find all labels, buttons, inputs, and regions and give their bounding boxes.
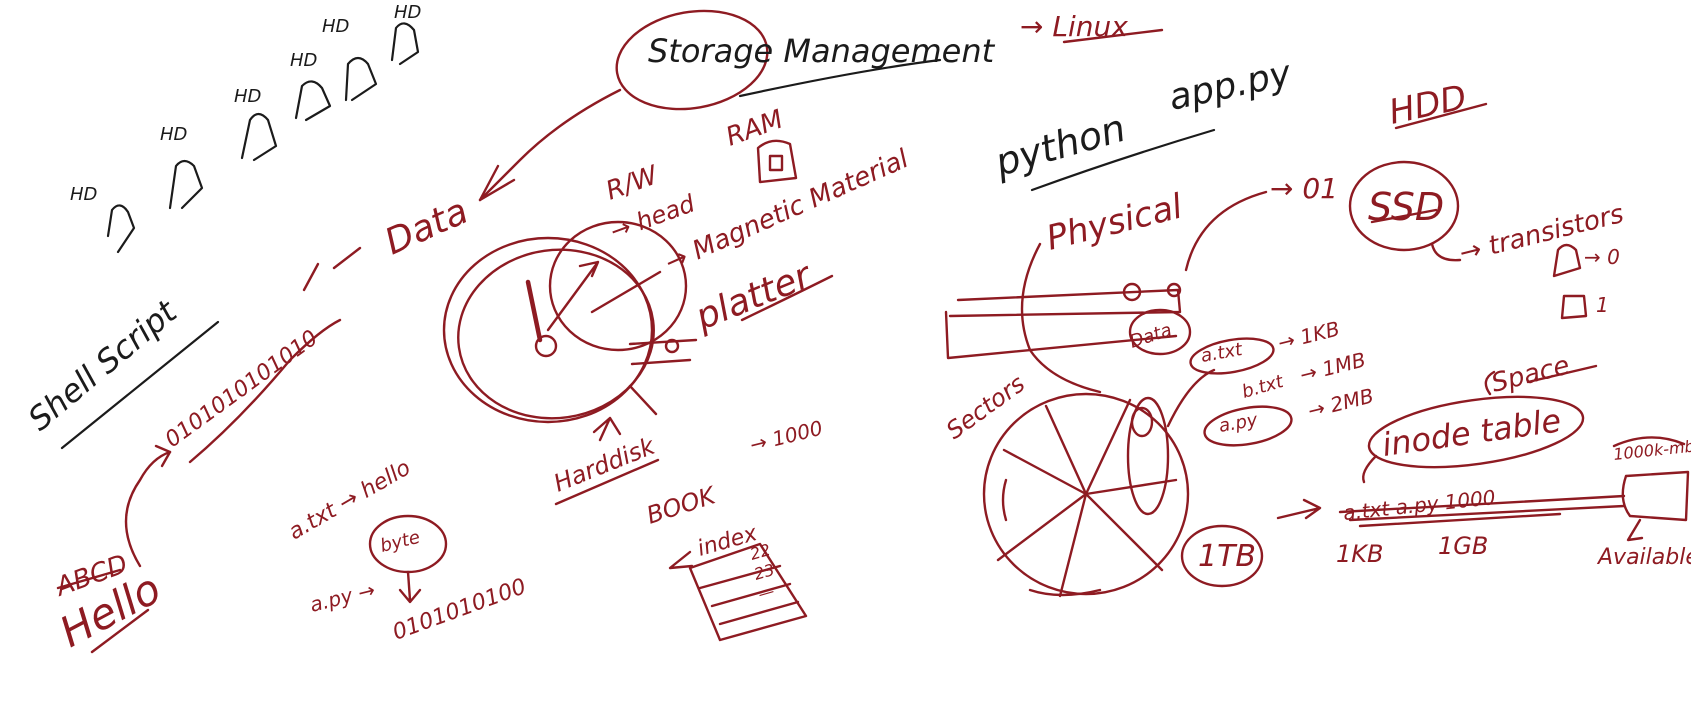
hello-arrow [124, 450, 172, 568]
ram-label: RAM [722, 104, 787, 152]
title-to-data-arrow [478, 88, 622, 202]
data-arrow [332, 246, 362, 270]
a-py-label: a.py → [307, 578, 377, 617]
tb-arrow [1276, 498, 1322, 520]
hd-label: HD [322, 16, 349, 37]
one-gb-label: 1GB [1438, 532, 1488, 560]
binary-short: 0101010100 [390, 574, 530, 645]
book-number: → 1000 [747, 416, 825, 457]
file-size: → 2MB [1305, 383, 1376, 422]
hd-icons: HD HD HD HD HD HD [70, 2, 421, 254]
hd-label: HD [394, 2, 421, 23]
block-label: 1000k-mb [1612, 437, 1691, 464]
one-kb-label: 1KB [1336, 540, 1383, 568]
app-label: app.py [1165, 53, 1295, 119]
file-name: a.txt [1199, 339, 1244, 367]
available-block [1621, 470, 1690, 522]
whiteboard-drawing: HD HD HD HD HD HD Shell Script Data 0101… [21, 2, 1691, 657]
data-circle-label: Data [1127, 320, 1174, 353]
o1-label: → 01 [1270, 172, 1338, 205]
magnetic-label: → Magnetic Material [661, 144, 914, 279]
one-tb-label: 1TB [1198, 539, 1256, 574]
available-label: Available [1596, 545, 1691, 570]
index-row: — [756, 581, 777, 604]
inode-table-label: inode table [1380, 401, 1564, 464]
ram-chip-icon [756, 139, 798, 184]
available-arrow [1626, 518, 1644, 542]
index-arrow [668, 550, 694, 570]
byte-down-arrow [398, 570, 422, 604]
platter-label: platter [689, 255, 819, 339]
title-label: Storage Management [648, 32, 996, 70]
hd-label: HD [70, 184, 97, 205]
book-label: BOOK [643, 481, 720, 530]
file-size: → 1MB [1297, 347, 1368, 386]
hd-label: HD [290, 50, 317, 71]
bit-zero-label: → 0 [1584, 245, 1620, 269]
sectors-label: Sectors [941, 369, 1030, 444]
transistor-one-icon [1560, 294, 1588, 320]
python-label: python [989, 106, 1130, 185]
file-name: b.txt [1240, 371, 1287, 403]
whiteboard: HD HD HD HD HD HD Shell Script Data 0101… [0, 0, 1691, 717]
physical-label: Physical [1043, 186, 1187, 258]
rw-label: R/W [602, 160, 663, 207]
physical-arrow [1184, 190, 1268, 272]
hd-label: HD [160, 124, 187, 145]
harddisk-label: Harddisk [550, 431, 660, 497]
hdd-label: HDD [1386, 77, 1471, 132]
platter-disk [442, 220, 698, 424]
sector-disk [982, 392, 1190, 598]
file-sizes: a.txt → 1KB b.txt → 1MB a.py → 2MB [1189, 316, 1376, 447]
byte-label: byte [378, 527, 422, 557]
transistor-zero-icon [1552, 243, 1582, 278]
hd-label: HD [234, 86, 261, 107]
ssd-label: SSD [1368, 185, 1444, 229]
file-size: → 1KB [1275, 316, 1342, 354]
bit-one-label: 1 [1596, 293, 1609, 317]
binary-long: 0101010101010 [161, 326, 323, 453]
linux-label: → Linux [1020, 10, 1128, 43]
data-label: Data [379, 191, 474, 263]
